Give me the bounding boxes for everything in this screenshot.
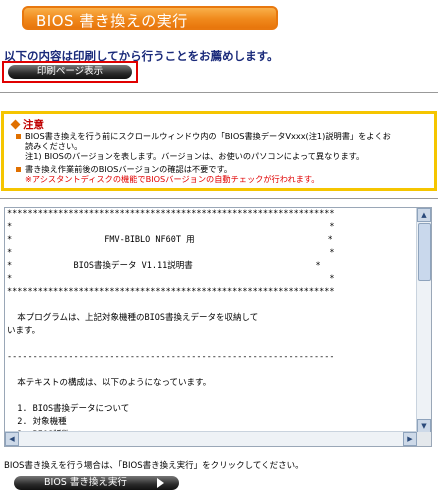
bullet-icon (16, 167, 21, 172)
scroll-down-icon[interactable]: ▼ (417, 419, 431, 433)
readme-line: * * (7, 274, 335, 284)
horizontal-scrollbar[interactable]: ◀ ▶ (5, 431, 417, 446)
readme-line: * * (7, 222, 335, 232)
divider (0, 92, 438, 93)
warning-diamond-icon (10, 119, 21, 130)
readme-line: * BIOS書換データ V1.11説明書 * (7, 261, 321, 271)
vertical-scrollbar[interactable]: ▲ ▼ (416, 208, 431, 433)
vertical-scroll-thumb[interactable] (418, 223, 431, 281)
play-arrow-icon (157, 478, 164, 488)
notice-line: 読みください。 (25, 141, 83, 151)
notice-title: 注意 (23, 119, 44, 131)
readme-line: 本プログラムは、上記対象機種のBIOS書換えデータを収納して (7, 313, 259, 323)
bullet-icon (16, 134, 21, 139)
readme-line: * * (7, 248, 335, 258)
notice-line: 注1) BIOSのバージョンを表します。バージョンは、お使いのパソコンによって異… (25, 151, 365, 161)
readme-line (7, 390, 417, 403)
exec-instruction-text: BIOS書き換えを行う場合は、「BIOS書き換え実行」をクリックしてください。 (4, 461, 304, 471)
readme-line: 本テキストの構成は、以下のようになっています。 (7, 378, 212, 388)
readme-line: います。 (7, 326, 41, 336)
readme-line (7, 338, 417, 351)
page-title: BIOS 書き換えの実行 (36, 12, 188, 30)
scroll-up-icon[interactable]: ▲ (417, 208, 431, 222)
bios-exec-button-label: BIOS 書き換え実行 (44, 477, 127, 488)
page-title-banner: BIOS 書き換えの実行 (22, 6, 278, 30)
readme-line: ----------------------------------------… (7, 352, 335, 362)
readme-line: ****************************************… (7, 209, 335, 219)
readme-line: ****************************************… (7, 287, 335, 297)
readme-line: * FMV-BIBLO NF60T 用 * (7, 235, 333, 245)
readme-line: 1. BIOS書換データについて (7, 404, 130, 414)
print-page-button[interactable]: 印刷ページ表示 (8, 65, 132, 79)
notice-red-note: ※アシスタントディスクの機能でBIOSバージョンの自動チェックが行われます。 (25, 174, 320, 184)
readme-scroll-window[interactable]: ****************************************… (4, 207, 432, 447)
bios-exec-button[interactable]: BIOS 書き換え実行 (14, 476, 179, 490)
notice-line: BIOS書き換えを行う前にスクロールウィンドウ内の「BIOS書換データVxxx(… (25, 131, 391, 141)
scrollbar-corner (417, 432, 431, 446)
notice-box: 注意 BIOS書き換えを行う前にスクロールウィンドウ内の「BIOS書換データVx… (1, 111, 437, 191)
scroll-left-icon[interactable]: ◀ (5, 432, 19, 446)
readme-line (7, 364, 417, 377)
notice-heading: 注意 (10, 117, 44, 132)
readme-line: 2. 対象機種 (7, 417, 67, 427)
readme-text: ****************************************… (7, 208, 417, 433)
notice-line: 書き換え作業前後のBIOSバージョンの確認は不要です。 (25, 164, 233, 174)
readme-line (7, 299, 417, 312)
scroll-right-icon[interactable]: ▶ (403, 432, 417, 446)
divider (0, 198, 438, 199)
